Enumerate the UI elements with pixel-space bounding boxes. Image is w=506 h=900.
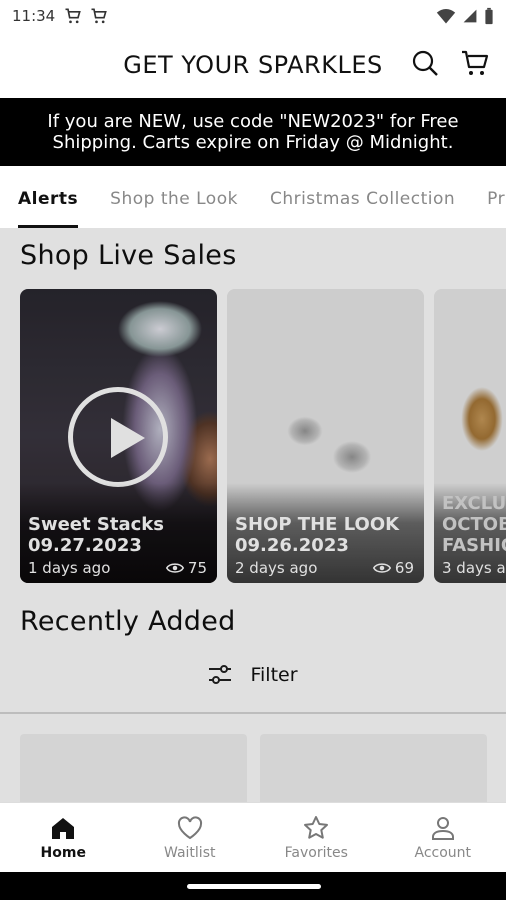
nav-waitlist[interactable]: Waitlist bbox=[127, 803, 254, 872]
live-sale-card[interactable]: SHOP THE LOOK 09.26.2023 2 days ago 69 bbox=[227, 289, 424, 583]
eye-icon bbox=[372, 563, 391, 573]
cart-icon[interactable] bbox=[460, 48, 490, 78]
nav-favorites[interactable]: Favorites bbox=[253, 803, 380, 872]
search-icon[interactable] bbox=[410, 48, 440, 78]
tab-alerts[interactable]: Alerts bbox=[0, 166, 79, 228]
person-icon bbox=[431, 817, 454, 840]
section-title-recently-added: Recently Added bbox=[20, 606, 236, 637]
nav-account-label: Account bbox=[414, 845, 472, 861]
filter-label: Filter bbox=[250, 664, 298, 686]
card-time-ago: 1 days ago bbox=[28, 559, 111, 577]
wifi-icon bbox=[436, 9, 456, 24]
card-time-ago: 2 days ago bbox=[235, 559, 318, 577]
nav-home-label: Home bbox=[40, 845, 86, 861]
product-card[interactable] bbox=[260, 734, 487, 802]
tab-shop-the-look[interactable]: Shop the Look bbox=[92, 166, 238, 228]
play-icon[interactable] bbox=[68, 387, 168, 487]
promo-banner: If you are NEW, use code "NEW2023" for F… bbox=[0, 98, 506, 166]
heart-icon bbox=[177, 816, 202, 840]
battery-icon bbox=[485, 7, 493, 25]
nav-favorites-label: Favorites bbox=[284, 845, 348, 861]
signal-icon bbox=[463, 9, 477, 23]
status-bar: 11:34 bbox=[0, 0, 506, 32]
product-card[interactable] bbox=[20, 734, 247, 802]
divider bbox=[0, 712, 506, 714]
main-content: Shop Live Sales Sweet Stacks 09.27.2023 … bbox=[0, 228, 506, 802]
promo-text: If you are NEW, use code "NEW2023" for F… bbox=[47, 111, 459, 153]
bottom-nav: Home Waitlist Favorites Account bbox=[0, 802, 506, 872]
filter-button[interactable]: Filter bbox=[0, 664, 506, 686]
section-title-live-sales: Shop Live Sales bbox=[20, 240, 237, 271]
card-title: SHOP THE LOOK 09.26.2023 bbox=[235, 514, 400, 556]
live-sale-card[interactable]: EXCLU OCTOB FASHIO 3 days a bbox=[434, 289, 506, 583]
status-time: 11:34 bbox=[12, 7, 56, 25]
tab-christmas-collection[interactable]: Christmas Collection bbox=[252, 166, 455, 228]
card-view-count: 69 bbox=[394, 559, 414, 577]
home-icon bbox=[52, 818, 75, 839]
star-icon bbox=[304, 816, 329, 839]
app-header: GET YOUR SPARKLES bbox=[0, 32, 506, 98]
gesture-bar bbox=[0, 872, 506, 900]
sliders-icon bbox=[209, 665, 232, 684]
card-time-ago: 3 days a bbox=[442, 559, 506, 577]
live-sale-card[interactable]: Sweet Stacks 09.27.2023 1 days ago 75 bbox=[20, 289, 217, 583]
category-tabs: Alerts Shop the Look Christmas Collectio… bbox=[0, 166, 506, 228]
eye-icon bbox=[165, 563, 184, 573]
tab-partial[interactable]: Pr bbox=[469, 166, 505, 228]
card-title: EXCLU OCTOB FASHIO bbox=[442, 493, 506, 556]
home-gesture-handle[interactable] bbox=[187, 884, 321, 889]
card-view-count: 75 bbox=[187, 559, 207, 577]
nav-waitlist-label: Waitlist bbox=[164, 845, 216, 861]
card-title: Sweet Stacks 09.27.2023 bbox=[28, 514, 164, 556]
cart-notification-icon bbox=[91, 8, 108, 24]
nav-home[interactable]: Home bbox=[0, 803, 127, 872]
cart-notification-icon bbox=[65, 8, 82, 24]
nav-account[interactable]: Account bbox=[380, 803, 506, 872]
